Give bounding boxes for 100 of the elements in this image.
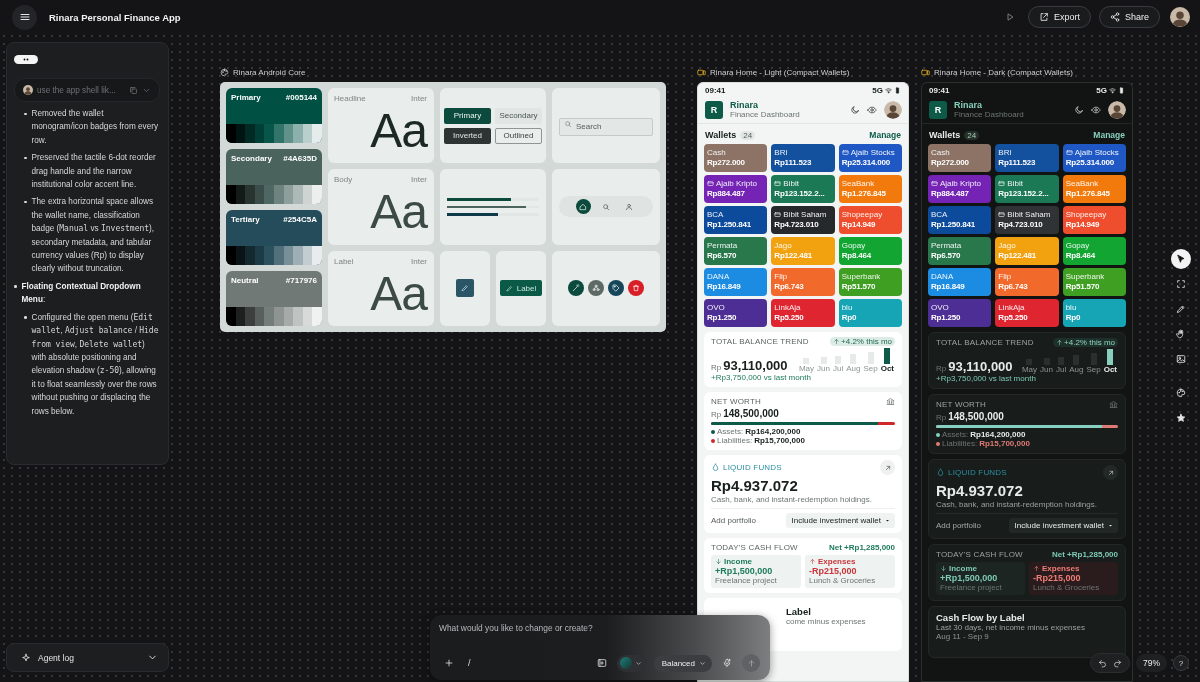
month-label: May: [1020, 365, 1039, 374]
wallet-tile[interactable]: BRI Rp111.523: [771, 144, 835, 172]
nav-home-button[interactable]: [575, 199, 591, 215]
wallet-tile[interactable]: BCA Rp1.250.841: [928, 206, 992, 234]
export-button[interactable]: Export: [1027, 6, 1091, 28]
wallet-tile[interactable]: Permata Rp6.570: [928, 237, 992, 265]
inverted-button[interactable]: Inverted: [444, 127, 491, 144]
wallet-tile[interactable]: Superbank Rp51.570: [838, 268, 902, 296]
app-title: Rinara Personal Finance App: [49, 11, 181, 23]
round-action-button[interactable]: [568, 280, 584, 297]
wallet-tile[interactable]: Bibit Saham Rp4.723.010: [995, 206, 1059, 234]
portfolio-dropdown[interactable]: Include investment wallet: [1008, 518, 1118, 533]
help-button[interactable]: ?: [1173, 655, 1189, 671]
wallet-tile[interactable]: Shopeepay Rp14.949: [838, 206, 902, 234]
net-worth-value: 148,500,000: [948, 411, 1004, 422]
wallet-tile[interactable]: Bibit Rp123.152.2...: [995, 175, 1059, 203]
wallet-tile[interactable]: Shopeepay Rp14.949: [1062, 206, 1126, 234]
wallet-tile[interactable]: Cash Rp272.000: [928, 144, 992, 172]
swatch-name: Neutral: [231, 276, 259, 285]
wallet-tile[interactable]: OVO Rp1.250: [704, 299, 768, 327]
pencil-icon: [461, 284, 469, 293]
voice-button[interactable]: [720, 656, 734, 670]
secondary-button[interactable]: Secondary: [495, 107, 542, 124]
wallet-tile[interactable]: Gopay Rp8.464: [1062, 237, 1126, 265]
shade-chip: [226, 185, 236, 204]
portfolio-dropdown[interactable]: Include investment wallet: [785, 513, 895, 528]
wallet-tile[interactable]: Ajaib Kripto Rp884.487: [928, 175, 992, 203]
legend-dot: [936, 441, 940, 446]
open-button[interactable]: [880, 460, 895, 475]
shade-chip: [293, 124, 303, 143]
edit-button[interactable]: [456, 279, 474, 298]
wallet-amount: Rp4.723.010: [774, 220, 820, 229]
wallet-amount: Rp16.849: [931, 282, 966, 291]
mode-dropdown[interactable]: Balanced: [653, 654, 712, 672]
user-avatar[interactable]: [1170, 7, 1190, 27]
ellipsis-icon[interactable]: [14, 55, 38, 64]
wallet-tile[interactable]: Ajaib Kripto Rp884.487: [704, 175, 768, 203]
wallet-tile[interactable]: DANA Rp16.849: [704, 268, 768, 296]
wallet-amount: Rp1.250: [931, 313, 962, 322]
user-avatar[interactable]: [1108, 100, 1126, 119]
round-action-button[interactable]: [628, 280, 644, 297]
slash-command-button[interactable]: /: [468, 658, 471, 668]
round-action-button[interactable]: [588, 280, 604, 297]
palette-icon: [1176, 388, 1186, 398]
type-sample: Aa: [369, 106, 427, 156]
wallet-tile[interactable]: Bibit Rp123.152.2...: [771, 175, 835, 203]
legend-label: Liabilities:: [942, 439, 978, 448]
wallet-tile[interactable]: DANA Rp16.849: [928, 268, 992, 296]
round-action-button[interactable]: [608, 280, 624, 297]
outlined-button[interactable]: Outlined: [495, 127, 542, 144]
manage-link[interactable]: Manage: [869, 130, 901, 140]
wallet-name: Bibit: [1007, 178, 1023, 188]
user-avatar[interactable]: [884, 100, 902, 119]
wallet-name: DANA: [931, 271, 954, 281]
wallet-tile[interactable]: Ajaib Stocks Rp25.314.000: [838, 144, 902, 172]
wallet-tile[interactable]: LinkAja Rp5.250: [771, 299, 835, 327]
shade-chip: [254, 246, 265, 265]
prompt-preview[interactable]: use the app shell lik...: [14, 78, 160, 102]
wallet-tile[interactable]: Gopay Rp8.464: [838, 237, 902, 265]
pointer-tool-button[interactable]: [1171, 249, 1191, 269]
note-text: The extra horizontal space allows the wallet name, classification badge (Manual vs Investment), secondary metadata, and tabular currency values (Rp) to display clearly without truncation.: [31, 196, 156, 276]
open-button[interactable]: [1103, 465, 1118, 480]
wallet-tile[interactable]: Superbank Rp51.570: [1062, 268, 1126, 296]
swatch-name: Secondary: [231, 154, 272, 163]
wallet-tile[interactable]: Bibit Saham Rp4.723.010: [771, 206, 835, 234]
expense-label: Expenses: [1042, 564, 1080, 573]
shade-chip: [302, 246, 313, 265]
copy-icon[interactable]: [129, 85, 138, 95]
wallet-name: BRI: [998, 147, 1012, 157]
expense-label: Expenses: [818, 557, 856, 566]
moon-icon[interactable]: [850, 104, 860, 115]
card-subtitle: come minus expenses: [786, 617, 867, 626]
manage-link[interactable]: Manage: [1093, 130, 1125, 140]
eye-icon[interactable]: [867, 104, 877, 115]
prompt-input[interactable]: What would you like to change or create?: [439, 623, 659, 633]
agent-log-button[interactable]: Agent log: [6, 643, 169, 672]
wallet-name: Gopay: [1065, 240, 1090, 250]
swatch-hex: #4A635D: [283, 154, 317, 163]
eye-icon[interactable]: [1091, 104, 1101, 115]
wallet-tile[interactable]: Cash Rp272.000: [704, 144, 768, 172]
wallet-tile[interactable]: Ajaib Stocks Rp25.314.000: [1062, 144, 1126, 172]
device-icon: [921, 68, 930, 77]
wallet-tile[interactable]: OVO Rp1.250: [928, 299, 992, 327]
month-label: Jul: [1054, 365, 1068, 374]
label-button[interactable]: Label: [499, 280, 543, 297]
wallet-tile[interactable]: BRI Rp111.523: [995, 144, 1059, 172]
zoom-level-button[interactable]: 79%: [1136, 654, 1167, 672]
wallet-name: Flip: [998, 271, 1012, 281]
battery-icon: [894, 87, 901, 94]
home-icon: [579, 203, 587, 211]
search-field[interactable]: Search: [559, 117, 653, 136]
wallet-amount: Rp14.949: [1065, 220, 1101, 229]
primary-button[interactable]: Primary: [444, 107, 491, 124]
wallet-tile[interactable]: LinkAja Rp5.250: [995, 299, 1059, 327]
wallet-tile[interactable]: BCA Rp1.250.841: [704, 206, 768, 234]
menu-button[interactable]: [12, 4, 37, 30]
legend-dot: [711, 438, 715, 443]
wallet-tile[interactable]: Permata Rp6.570: [704, 237, 768, 265]
frame-title: Rinara Android Core: [233, 68, 306, 77]
share-button[interactable]: Share: [1098, 6, 1160, 28]
